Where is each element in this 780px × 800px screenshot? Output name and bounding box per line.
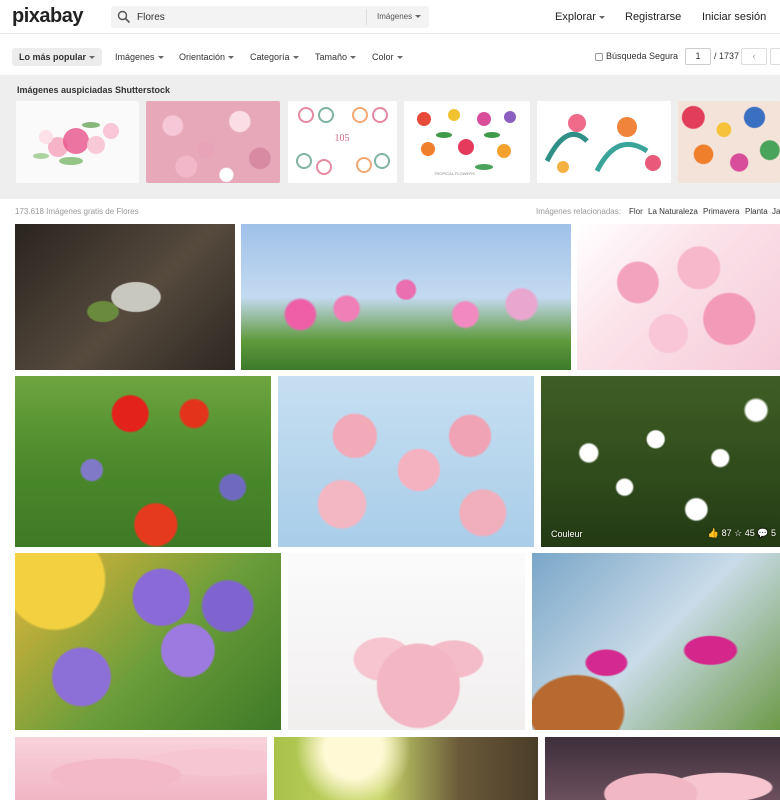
tropical-leaves-image	[544, 114, 661, 173]
search-type-label: Imágenes	[377, 12, 413, 21]
photo-stats: 👍 87 ☆ 45 💬 5	[708, 528, 776, 539]
filter-label: Color	[372, 52, 394, 62]
sort-label: Lo más popular	[19, 52, 87, 62]
sponsored-thumb-tropical[interactable]: TROPICAL FLOWERS	[404, 101, 530, 183]
chevron-down-icon	[157, 56, 164, 60]
photo-white-flower-drops[interactable]	[15, 224, 235, 370]
chevron-down-icon	[89, 56, 96, 60]
chevron-down-icon	[396, 56, 403, 60]
sponsored-thumb-watercolor[interactable]	[16, 101, 139, 183]
photo-pink-petals-dark[interactable]	[545, 737, 780, 800]
next-page-button[interactable]	[770, 48, 780, 65]
related-tag-ja[interactable]: Ja	[772, 207, 780, 216]
sponsored-title: Imágenes auspiciadas Shutterstock	[17, 85, 171, 95]
photo-cherry-blossom[interactable]	[577, 224, 780, 370]
related-tag-primavera[interactable]: Primavera	[703, 207, 739, 216]
photo-sunlit-tree[interactable]	[274, 737, 538, 800]
register-link[interactable]: Registrarse	[625, 11, 681, 23]
sponsored-thumb-pattern[interactable]	[678, 101, 780, 183]
related-tag-planta[interactable]: Planta	[745, 207, 768, 216]
filter-color[interactable]: Color	[372, 52, 403, 62]
prev-page-button[interactable]: ‹	[741, 48, 767, 65]
wreaths-image: 105	[296, 107, 390, 175]
login-link[interactable]: Iniciar sesión	[702, 11, 766, 23]
related-tag-flor[interactable]: Flor	[629, 207, 643, 216]
safe-search-toggle[interactable]: Búsqueda Segura	[595, 51, 678, 61]
sponsored-thumb-wreaths[interactable]: 105	[288, 101, 397, 183]
safe-search-checkbox[interactable]	[595, 52, 603, 61]
result-count: 173.618 Imágenes gratis de Flores	[15, 207, 139, 216]
search-type-dropdown[interactable]: Imágenes	[366, 9, 426, 25]
filter-label: Imágenes	[115, 52, 155, 62]
photo-fuchsia[interactable]	[532, 553, 780, 730]
sponsored-section: Imágenes auspiciadas Shutterstock 105 TR…	[0, 75, 780, 199]
chevron-down-icon	[598, 15, 605, 19]
search-icon[interactable]	[117, 10, 131, 24]
comment-icon[interactable]: 💬	[757, 528, 768, 538]
search-input[interactable]	[137, 6, 377, 28]
sponsored-thumb-roses[interactable]	[146, 101, 280, 183]
explore-label: Explorar	[555, 11, 596, 23]
filter-label: Categoría	[250, 52, 290, 62]
tropical-caption: TROPICAL FLOWERS	[434, 171, 475, 176]
tropical-flowers-image: TROPICAL FLOWERS	[417, 109, 516, 176]
sponsored-thumb-tropical-leaves[interactable]	[537, 101, 671, 183]
favorite-count: 45	[744, 528, 755, 538]
filter-bar: Lo más popular Imágenes Orientación Cate…	[0, 35, 780, 75]
photo-meadow-sky[interactable]	[241, 224, 571, 370]
watercolor-flowers-image	[33, 122, 119, 165]
page-number-input[interactable]: 1	[685, 48, 711, 65]
filter-category[interactable]: Categoría	[250, 52, 299, 62]
like-count: 87	[721, 528, 732, 538]
photo-carnations[interactable]	[15, 737, 267, 800]
pixabay-logo[interactable]: pixabay	[12, 5, 83, 28]
top-header: pixabay Imágenes Explorar Registrarse In…	[0, 0, 780, 34]
photo-caption[interactable]: Couleur	[551, 529, 583, 539]
photo-pink-ranunculus[interactable]	[288, 553, 525, 730]
related-tag-naturaleza[interactable]: La Naturaleza	[648, 207, 698, 216]
chevron-down-icon	[350, 56, 357, 60]
photo-poppies-meadow[interactable]	[15, 376, 271, 547]
filter-label: Orientación	[179, 52, 226, 62]
filter-images[interactable]: Imágenes	[115, 52, 164, 62]
explore-menu[interactable]: Explorar	[555, 11, 605, 23]
photo-cornflowers[interactable]	[15, 553, 281, 730]
chevron-down-icon	[228, 56, 235, 60]
safe-search-label: Búsqueda Segura	[606, 51, 679, 61]
wreath-count-label: 105	[335, 133, 350, 144]
chevron-down-icon	[415, 15, 422, 19]
filter-label: Tamaño	[315, 52, 348, 62]
filter-orientation[interactable]: Orientación	[179, 52, 235, 62]
filter-size[interactable]: Tamaño	[315, 52, 357, 62]
comment-count: 5	[770, 528, 776, 538]
page-total: / 1737	[714, 51, 740, 61]
related-label: Imágenes relacionadas:	[536, 207, 621, 216]
photo-blossom-branches[interactable]	[278, 376, 534, 547]
chevron-down-icon	[292, 56, 299, 60]
like-icon[interactable]: 👍	[708, 528, 719, 538]
star-icon[interactable]: ☆	[734, 528, 742, 538]
search-bar[interactable]: Imágenes	[111, 6, 429, 28]
sort-dropdown[interactable]: Lo más popular	[12, 48, 103, 66]
photo-daisies[interactable]: Couleur 👍 87 ☆ 45 💬 5	[541, 376, 780, 547]
